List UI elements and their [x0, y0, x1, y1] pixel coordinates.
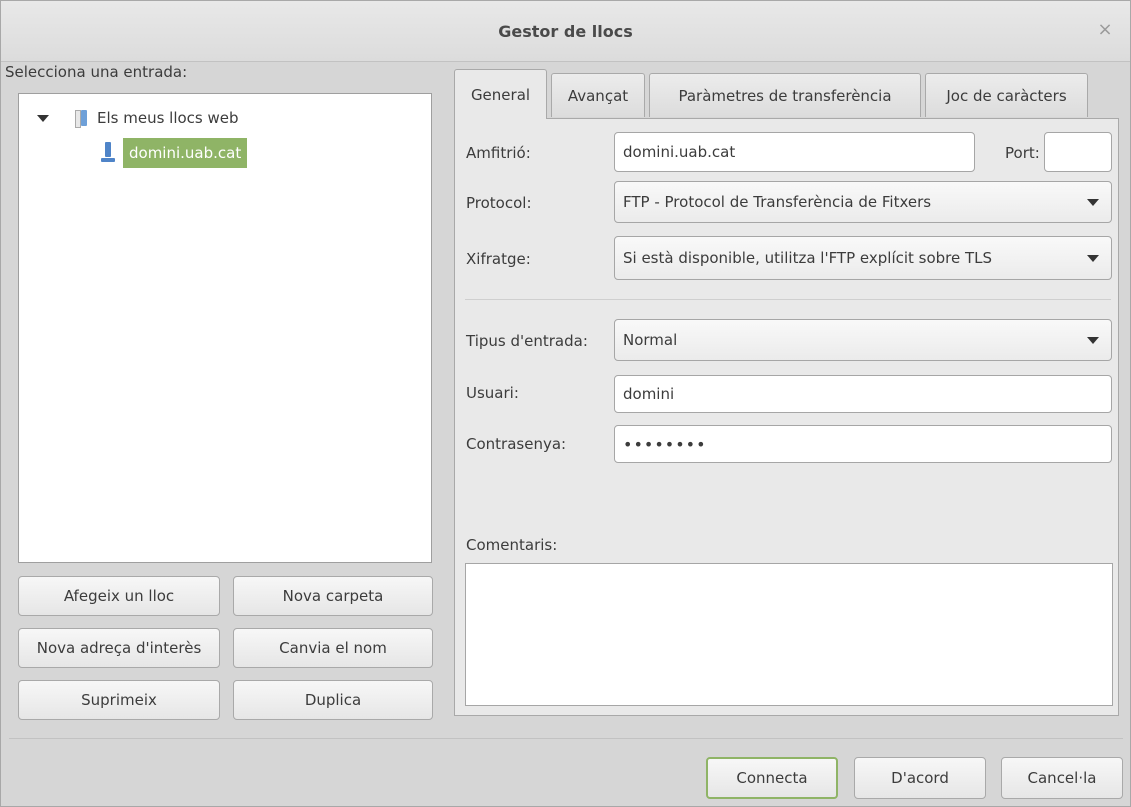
tab-advanced[interactable]: Avançat — [551, 73, 645, 117]
comments-textarea[interactable] — [465, 563, 1113, 706]
password-input[interactable]: •••••••• — [614, 425, 1112, 463]
new-bookmark-button[interactable]: Nova adreça d'interès — [18, 628, 220, 668]
encryption-value: Si està disponible, utilitza l'FTP explí… — [623, 249, 993, 267]
password-label: Contrasenya: — [466, 435, 567, 453]
close-icon[interactable]: × — [1094, 19, 1116, 41]
connect-button[interactable]: Connecta — [706, 757, 838, 799]
port-input[interactable] — [1044, 132, 1112, 172]
comments-label: Comentaris: — [466, 536, 558, 554]
site-tree[interactable]: Els meus llocs web domini.uab.cat — [18, 93, 432, 563]
port-label: Port: — [1005, 144, 1040, 162]
separator — [465, 299, 1111, 300]
user-input[interactable]: domini — [614, 375, 1112, 413]
protocol-label: Protocol: — [466, 194, 532, 212]
cancel-button[interactable]: Cancel·la — [1001, 757, 1123, 799]
logon-type-value: Normal — [623, 331, 678, 349]
site-manager-window: Gestor de llocs × Selecciona una entrada… — [0, 0, 1131, 807]
tree-item-root[interactable]: Els meus llocs web — [37, 104, 239, 132]
duplicate-button[interactable]: Duplica — [233, 680, 433, 720]
chevron-down-icon — [1087, 337, 1099, 344]
ok-button[interactable]: D'acord — [854, 757, 986, 799]
tree-root-label: Els meus llocs web — [97, 109, 239, 127]
server-icon — [101, 142, 115, 164]
protocol-select[interactable]: FTP - Protocol de Transferència de Fitxe… — [614, 181, 1112, 223]
new-folder-button[interactable]: Nova carpeta — [233, 576, 433, 616]
chevron-down-icon — [1087, 199, 1099, 206]
host-label: Amfitrió: — [466, 144, 531, 162]
tab-charset[interactable]: Joc de caràcters — [925, 73, 1088, 117]
tab-transfer-settings[interactable]: Paràmetres de transferència — [649, 73, 921, 117]
tree-site-label: domini.uab.cat — [123, 138, 248, 168]
folder-icon — [73, 109, 89, 128]
add-site-button[interactable]: Afegeix un lloc — [18, 576, 220, 616]
encryption-label: Xifratge: — [466, 250, 531, 268]
general-panel: Amfitrió: domini.uab.cat Port: Protocol:… — [454, 118, 1119, 716]
tab-general[interactable]: General — [454, 69, 547, 119]
host-input[interactable]: domini.uab.cat — [614, 132, 975, 172]
delete-button[interactable]: Suprimeix — [18, 680, 220, 720]
encryption-select[interactable]: Si està disponible, utilitza l'FTP explí… — [614, 236, 1112, 280]
rename-button[interactable]: Canvia el nom — [233, 628, 433, 668]
logon-type-label: Tipus d'entrada: — [466, 332, 588, 350]
chevron-down-icon — [1087, 255, 1099, 262]
select-entry-label: Selecciona una entrada: — [5, 63, 188, 81]
window-title: Gestor de llocs — [498, 21, 633, 41]
user-label: Usuari: — [466, 384, 519, 402]
protocol-value: FTP - Protocol de Transferència de Fitxe… — [623, 193, 932, 211]
expander-icon[interactable] — [37, 114, 49, 122]
tree-item-site[interactable]: domini.uab.cat — [101, 138, 248, 168]
title-bar: Gestor de llocs × — [1, 1, 1130, 62]
logon-type-select[interactable]: Normal — [614, 319, 1112, 361]
footer-separator — [9, 738, 1123, 739]
